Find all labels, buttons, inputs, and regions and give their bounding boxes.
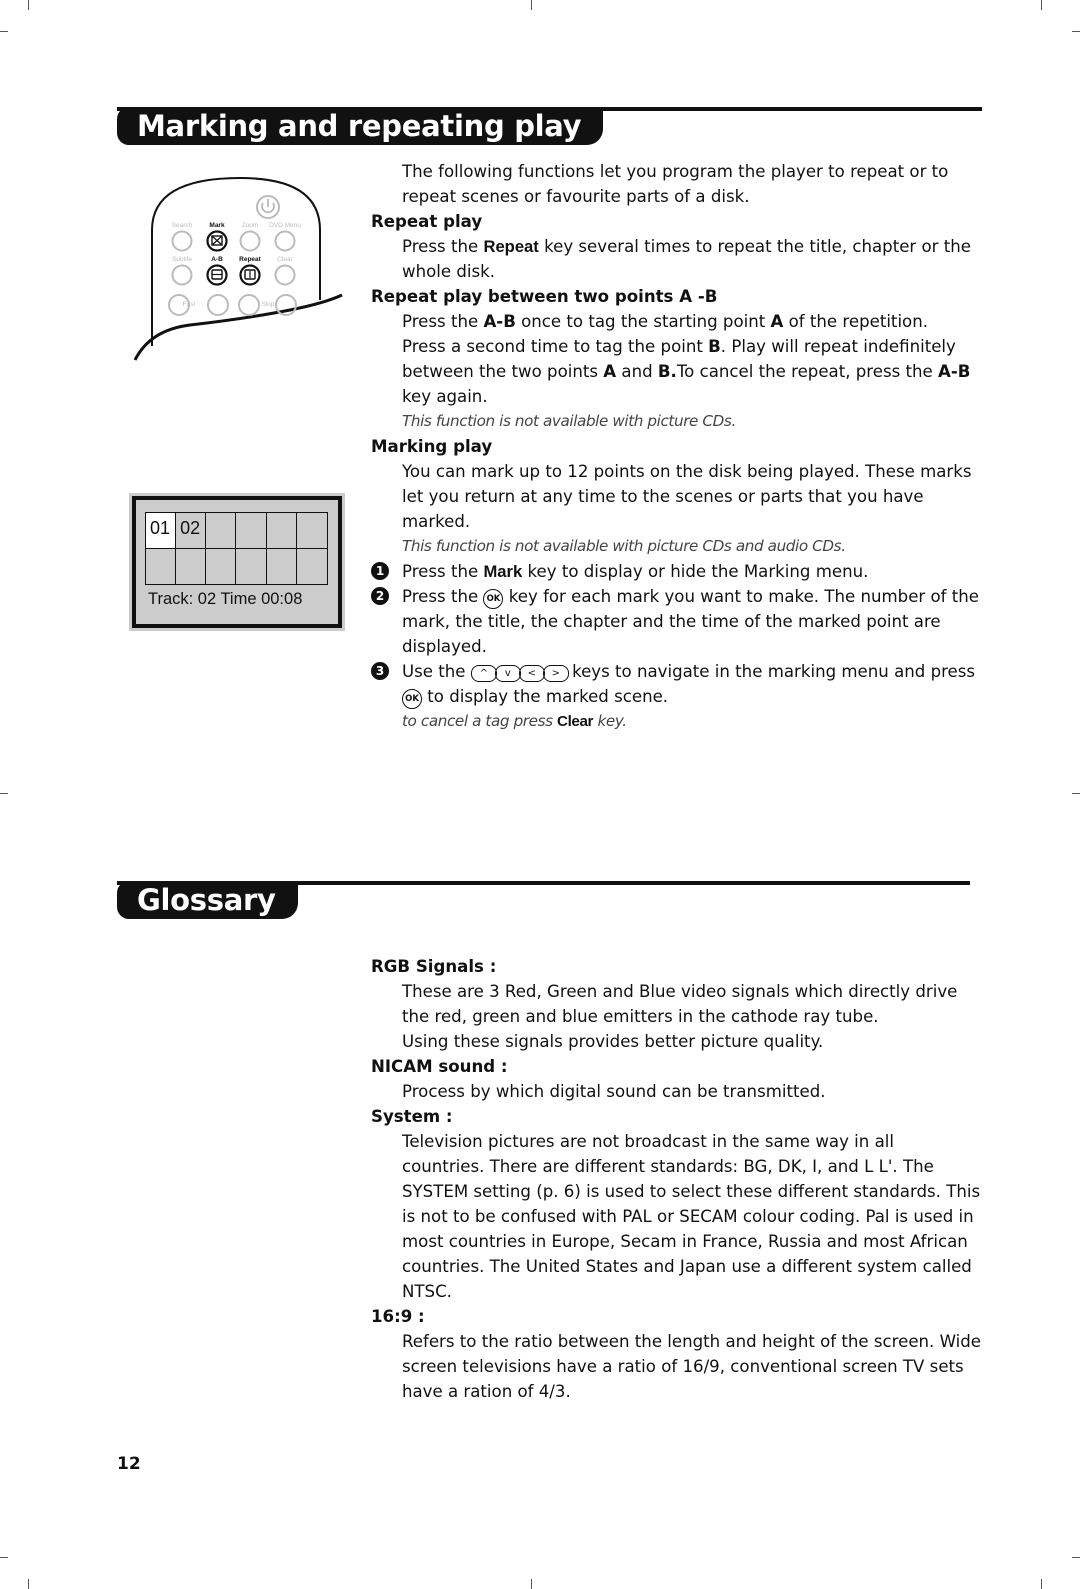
crop-mark <box>1072 1557 1080 1558</box>
ab-play-note: This function is not available with pict… <box>402 412 736 430</box>
cancel-tag-note: to cancel a tag press Clear key. <box>402 712 627 730</box>
ab-play-line2: Press a second time to tag the point B. … <box>402 337 971 406</box>
ab-play-heading: Repeat play between two points A -B <box>371 287 718 306</box>
up-key-icon: ^ <box>470 665 497 682</box>
zoom-key-icon <box>239 230 261 252</box>
fast-forward-key-icon <box>207 294 229 316</box>
mark-cell <box>206 548 237 584</box>
crop-mark <box>1072 31 1080 32</box>
repeat-play-text: Press the Repeat key several times to re… <box>402 237 972 281</box>
page-number: 12 <box>117 1454 141 1474</box>
marking-play-heading: Marking play <box>371 437 493 456</box>
step-1: 1 Press the Mark key to display or hide t… <box>371 559 981 584</box>
marking-section-body: The following functions let you program … <box>371 159 981 734</box>
mark-cell <box>176 548 207 584</box>
step-2: 2 Press the OK key for each mark you want… <box>371 584 981 659</box>
remote-label: DVD Menu <box>269 222 301 229</box>
crop-mark <box>28 1579 29 1589</box>
mark-grid: 01 02 <box>145 512 328 585</box>
mark-cell <box>297 549 327 585</box>
remote-control-illustration: Search Mark Zoom DVD Menu Subtile A-B Re… <box>130 170 350 370</box>
section-header-glossary: Glossary <box>117 881 970 921</box>
mark-cell <box>236 548 267 584</box>
step-number-1: 1 <box>371 562 389 580</box>
ab-play-line1: Press the A-B once to tag the starting p… <box>402 312 928 331</box>
ok-key-icon: OK <box>402 689 422 709</box>
mark-cell <box>267 548 297 584</box>
glossary-definition: These are 3 Red, Green and Blue video si… <box>402 982 958 1026</box>
step-3: 3 Use the ^ v < > keys to navigate in the ma… <box>371 659 981 709</box>
mark-cell <box>296 513 327 549</box>
remote-label: Skip <box>261 301 275 308</box>
glossary-definition: Refers to the ratio between the length a… <box>402 1332 982 1401</box>
section-header-marking: Marking and repeating play <box>117 107 982 147</box>
glossary-definition: Television pictures are not broadcast in… <box>402 1132 981 1301</box>
mark-cell <box>206 513 237 549</box>
mark-cell: 02 <box>176 513 207 549</box>
glossary-definition: Using these signals provides better pict… <box>402 1032 824 1051</box>
dvd-menu-key-icon <box>274 230 296 252</box>
crop-mark <box>1041 0 1042 10</box>
crop-mark <box>531 0 532 10</box>
crop-mark <box>0 31 8 32</box>
section-title: Marking and repeating play <box>117 107 604 145</box>
remote-label: Search <box>171 222 193 229</box>
remote-label: Repeat <box>239 256 261 263</box>
step-number-3: 3 <box>371 662 389 680</box>
glossary-definition: Process by which digital sound can be tr… <box>402 1082 826 1101</box>
clear-key-icon <box>274 264 296 286</box>
remote-outline <box>133 176 343 361</box>
marking-play-note: This function is not available with pict… <box>402 537 846 555</box>
right-key-icon: > <box>542 665 569 682</box>
mark-cell <box>236 513 267 549</box>
remote-label: Zoom <box>241 222 259 229</box>
intro-text: The following functions let you program … <box>402 162 949 206</box>
remote-label: Clear <box>277 256 293 263</box>
crop-mark <box>0 1557 8 1558</box>
remote-label: Subtile <box>172 256 192 263</box>
crop-mark <box>0 793 8 794</box>
glossary-body: RGB Signals : These are 3 Red, Green and … <box>371 954 981 1404</box>
ok-key-icon: OK <box>483 589 504 609</box>
glossary-term: NICAM sound : <box>371 1057 508 1076</box>
glossary-term: RGB Signals : <box>371 957 497 976</box>
left-key-icon: < <box>518 665 545 682</box>
crop-mark <box>1072 793 1080 794</box>
search-key-icon <box>171 230 193 252</box>
repeat-play-heading: Repeat play <box>371 212 483 231</box>
skip-back-key-icon <box>238 294 260 316</box>
section-title: Glossary <box>117 881 298 919</box>
down-key-icon: v <box>494 665 521 682</box>
marking-menu-display: 01 02 Track: 02 Time 00:08 <box>129 493 345 631</box>
remote-label: Fast <box>182 301 196 308</box>
marking-play-text: You can mark up to 12 points on the disk… <box>402 462 972 531</box>
mark-cell <box>266 513 297 549</box>
step-number-2: 2 <box>371 587 389 605</box>
crop-mark <box>1041 1579 1042 1589</box>
osd-status: Track: 02 Time 00:08 <box>148 590 303 608</box>
mark-cell: 01 <box>146 513 177 549</box>
mark-cell <box>146 548 177 584</box>
crop-mark <box>28 0 29 10</box>
glossary-term: System : <box>371 1107 453 1126</box>
crop-mark <box>531 1579 532 1589</box>
subtitle-key-icon <box>171 264 193 286</box>
glossary-term: 16:9 : <box>371 1307 425 1326</box>
